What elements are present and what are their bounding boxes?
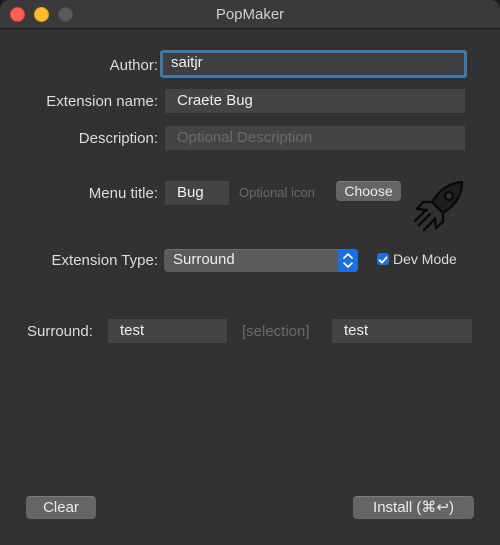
extension-type-select[interactable]: Surround: [164, 249, 358, 272]
description-placeholder: Optional Description: [177, 129, 313, 146]
surround-suffix-value: test: [344, 322, 369, 339]
surround-prefix-field[interactable]: test: [108, 319, 227, 343]
author-field[interactable]: saitjr: [160, 50, 467, 78]
surround-prefix-value: test: [120, 322, 145, 339]
extension-name-field[interactable]: Craete Bug: [165, 89, 465, 113]
extension-type-label: Extension Type:: [51, 252, 158, 269]
extension-type-value: Surround: [173, 251, 235, 268]
dev-mode-label[interactable]: Dev Mode: [393, 251, 457, 267]
rocket-icon[interactable]: [410, 177, 468, 235]
surround-label: Surround:: [27, 323, 93, 340]
title-bar: PopMaker: [0, 0, 500, 29]
author-label: Author:: [109, 57, 158, 74]
app-window: PopMaker Author: saitjr Extension name: …: [0, 0, 500, 545]
select-stepper[interactable]: [338, 249, 358, 272]
selection-placeholder-text: [selection]: [242, 323, 310, 340]
chevron-up-down-icon: [343, 253, 353, 268]
checkmark-icon: [378, 256, 388, 264]
optional-icon-text: Optional icon: [239, 185, 315, 200]
install-button[interactable]: Install (⌘↩): [353, 496, 474, 519]
description-label: Description:: [78, 130, 158, 147]
author-value: saitjr: [171, 54, 203, 71]
menu-title-field[interactable]: Bug: [165, 181, 229, 205]
choose-button[interactable]: Choose: [336, 181, 401, 201]
menu-title-value: Bug: [177, 184, 204, 201]
menu-title-label: Menu title:: [88, 185, 158, 202]
description-field[interactable]: Optional Description: [165, 126, 465, 150]
extension-name-value: Craete Bug: [177, 92, 253, 109]
surround-suffix-field[interactable]: test: [332, 319, 472, 343]
extension-name-label: Extension name:: [46, 93, 158, 110]
clear-button[interactable]: Clear: [26, 496, 96, 519]
dev-mode-checkbox[interactable]: [377, 253, 389, 265]
window-title: PopMaker: [215, 6, 285, 23]
